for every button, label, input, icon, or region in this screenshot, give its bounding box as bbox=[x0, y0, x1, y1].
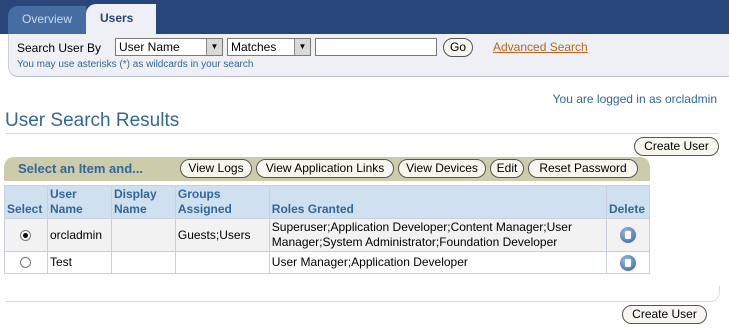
display-name-cell bbox=[110, 251, 176, 274]
top-header: Overview Users bbox=[0, 0, 729, 34]
table-header-row: Select User Name Display Name Groups Ass… bbox=[4, 185, 651, 219]
action-bar-label: Select an Item and... bbox=[18, 161, 143, 176]
delete-cell bbox=[605, 218, 651, 252]
user-name-cell: orcladmin bbox=[46, 218, 112, 252]
trash-icon[interactable] bbox=[619, 227, 636, 243]
delete-cell bbox=[605, 251, 651, 274]
search-hint: You may use asterisks (*) as wildcards i… bbox=[17, 59, 254, 70]
chevron-down-icon: ▼ bbox=[206, 39, 222, 55]
select-cell bbox=[4, 218, 48, 252]
search-panel: Search User By User Name ▼ Matches ▼ Go … bbox=[8, 34, 729, 77]
roles-cell: Superuser;Application Developer;Content … bbox=[268, 218, 607, 252]
action-bar: Select an Item and... View Logs View App… bbox=[4, 157, 650, 181]
groups-cell: Guests;Users bbox=[174, 218, 270, 252]
display-name-cell bbox=[110, 218, 176, 252]
view-devices-button[interactable]: View Devices bbox=[398, 159, 486, 178]
search-operator-value: Matches bbox=[231, 40, 277, 54]
view-application-links-button[interactable]: View Application Links bbox=[256, 159, 394, 178]
advanced-search-link[interactable]: Advanced Search bbox=[493, 40, 588, 54]
search-field-value: User Name bbox=[119, 40, 180, 54]
search-field-select[interactable]: User Name ▼ bbox=[115, 38, 223, 56]
header-bar bbox=[130, 0, 729, 34]
select-radio-test[interactable] bbox=[20, 257, 32, 269]
search-operator-select[interactable]: Matches ▼ bbox=[227, 38, 311, 56]
view-logs-button[interactable]: View Logs bbox=[180, 159, 252, 178]
page-title: User Search Results bbox=[5, 110, 180, 131]
title-divider bbox=[5, 133, 719, 134]
select-cell bbox=[4, 251, 48, 274]
col-header-display-name: Display Name bbox=[110, 185, 176, 219]
tab-overview[interactable]: Overview bbox=[8, 6, 86, 34]
logged-in-status: You are logged in as orcladmin bbox=[552, 92, 717, 106]
chevron-down-icon: ▼ bbox=[294, 39, 310, 55]
create-user-button-bottom[interactable]: Create User bbox=[622, 305, 707, 324]
search-input[interactable] bbox=[315, 38, 437, 56]
reset-password-button[interactable]: Reset Password bbox=[528, 159, 638, 178]
col-header-user-name: User Name bbox=[46, 185, 112, 219]
col-header-groups: Groups Assigned bbox=[174, 185, 270, 219]
col-header-roles: Roles Granted bbox=[268, 185, 607, 219]
table-row: Test User Manager;Application Developer bbox=[4, 251, 651, 274]
create-user-button-top[interactable]: Create User bbox=[634, 137, 719, 156]
search-label: Search User By bbox=[17, 41, 102, 55]
edit-button[interactable]: Edit bbox=[490, 159, 524, 178]
table-row: orcladmin Guests;Users Superuser;Applica… bbox=[4, 218, 651, 252]
roles-cell: User Manager;Application Developer bbox=[268, 251, 607, 274]
bottom-divider bbox=[5, 301, 713, 302]
go-button[interactable]: Go bbox=[443, 38, 473, 57]
user-name-cell: Test bbox=[46, 251, 112, 274]
col-header-select: Select bbox=[4, 185, 48, 219]
bottom-divider-corner bbox=[706, 286, 720, 302]
select-radio-orcladmin[interactable] bbox=[20, 229, 32, 241]
groups-cell bbox=[174, 251, 270, 274]
trash-icon[interactable] bbox=[619, 254, 636, 271]
tab-users[interactable]: Users bbox=[86, 4, 156, 34]
results-table: Select User Name Display Name Groups Ass… bbox=[4, 185, 651, 274]
col-header-delete: Delete bbox=[605, 185, 651, 219]
